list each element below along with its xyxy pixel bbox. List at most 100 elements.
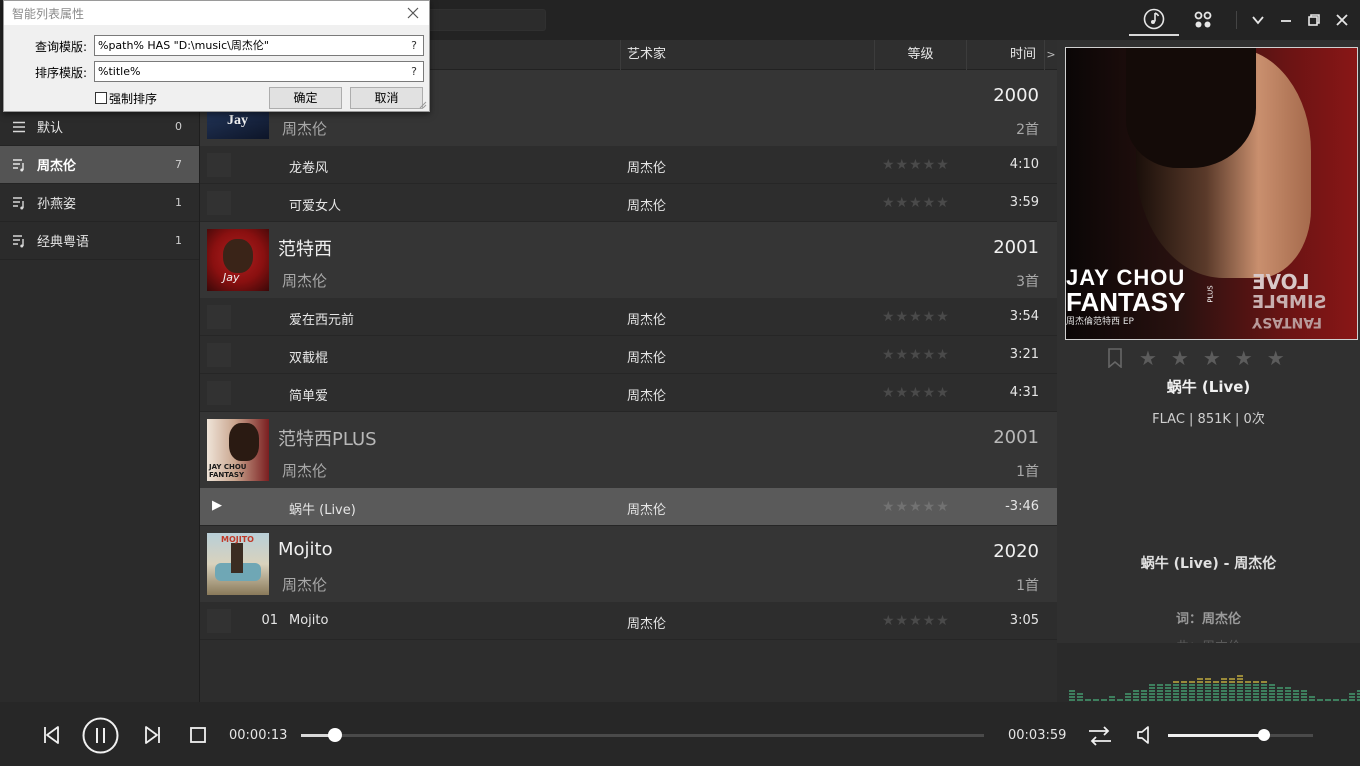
tab-apps[interactable] [1180, 6, 1226, 34]
spectrum-bar-segment [1237, 696, 1243, 698]
minimize-button[interactable] [1272, 6, 1300, 34]
tab-now-playing[interactable] [1129, 4, 1179, 36]
spectrum-bar-segment [1277, 699, 1283, 701]
chevron-down-icon [1252, 16, 1264, 25]
seek-handle[interactable] [328, 728, 343, 742]
spectrum-bar-segment [1205, 696, 1211, 698]
album-year: 2000 [993, 85, 1039, 106]
resize-grip-icon[interactable] [419, 101, 427, 109]
now-playing-info: FLAC | 851K | 0次 [1152, 412, 1265, 427]
spectrum-bar-segment [1197, 690, 1203, 692]
column-rating[interactable]: 等级 [874, 40, 966, 70]
cover-text: MOJITO [221, 535, 254, 544]
track-rating[interactable]: ★★★★★ [882, 385, 950, 401]
sort-help-button[interactable]: ? [411, 62, 417, 81]
track-thumb [207, 343, 231, 367]
track-title: 爱在西元前 [289, 313, 355, 328]
bookmark-icon[interactable] [1107, 348, 1125, 368]
stop-button[interactable] [186, 723, 210, 747]
rating-stars[interactable]: ★★★★★ [1139, 346, 1299, 370]
spectrum-bar-segment [1221, 687, 1227, 689]
play-mode-button[interactable] [1086, 722, 1114, 750]
track-rating[interactable]: ★★★★★ [882, 157, 950, 173]
volume-button[interactable] [1134, 723, 1158, 747]
sidebar-item-classic-cantonese[interactable]: 经典粤语 1 [0, 222, 199, 260]
track-rating[interactable]: ★★★★★ [882, 613, 950, 629]
spectrum-bar-segment [1229, 687, 1235, 689]
spectrum-bar-segment [1109, 696, 1115, 698]
query-help-button[interactable]: ? [411, 36, 417, 55]
spectrum-bar-segment [1189, 699, 1195, 701]
column-time[interactable]: 时间 [966, 40, 1044, 70]
spectrum-bar-segment [1157, 684, 1163, 686]
table-row-playing[interactable]: ▶ 蜗牛 (Live) 周杰伦 ★★★★★ -3:46 [200, 488, 1057, 526]
force-sort-label[interactable]: 强制排序 [109, 90, 157, 107]
table-row[interactable]: 双截棍 周杰伦 ★★★★★ 3:21 [200, 336, 1057, 374]
spectrum-bar-segment [1141, 699, 1147, 701]
ok-button[interactable]: 确定 [269, 87, 342, 109]
sidebar-item-jay-chou[interactable]: 周杰伦 7 [0, 146, 199, 184]
track-rating[interactable]: ★★★★★ [882, 195, 950, 211]
spectrum-bar-segment [1253, 690, 1259, 692]
spectrum-bar-segment [1213, 696, 1219, 698]
cover-plus-text: PLUS [1206, 285, 1215, 303]
track-artist: 周杰伦 [627, 617, 667, 632]
now-playing-title: 蜗牛 (Live) [1166, 378, 1251, 396]
restore-button[interactable] [1300, 6, 1328, 34]
track-list: 艺术家 等级 时间 > Jay 周杰伦 2000 2首 龙卷风 周杰伦 ★★★★… [200, 40, 1057, 702]
table-row[interactable]: 简单爱 周杰伦 ★★★★★ 4:31 [200, 374, 1057, 412]
table-row[interactable]: 龙卷风 周杰伦 ★★★★★ 4:10 [200, 146, 1057, 184]
previous-button[interactable] [38, 722, 64, 748]
spectrum-bar-segment [1237, 684, 1243, 686]
spectrum-bar-segment [1325, 699, 1331, 701]
spectrum-bar-segment [1205, 699, 1211, 701]
next-button[interactable] [140, 722, 166, 748]
force-sort-checkbox[interactable] [95, 92, 107, 104]
track-rating[interactable]: ★★★★★ [882, 309, 950, 325]
sidebar-item-default[interactable]: 默认 0 [0, 108, 199, 146]
spectrum-bar-segment [1213, 693, 1219, 695]
sort-template-field[interactable]: %title% ? [94, 61, 424, 82]
volume-slider[interactable] [1168, 729, 1313, 741]
spectrum-bar-segment [1189, 690, 1195, 692]
album-track-count: 2首 [1016, 122, 1039, 138]
table-row[interactable]: 01 Mojito 周杰伦 ★★★★★ 3:05 [200, 602, 1057, 640]
spectrum-bar-segment [1213, 681, 1219, 683]
spectrum-bar-segment [1349, 693, 1355, 695]
pause-button[interactable] [82, 717, 119, 754]
sidebar-item-stefanie-sun[interactable]: 孙燕姿 1 [0, 184, 199, 222]
track-artist: 周杰伦 [627, 351, 667, 366]
column-more-button[interactable]: > [1044, 40, 1057, 70]
sidebar-item-count: 1 [175, 196, 182, 209]
spectrum-bar-segment [1269, 693, 1275, 695]
spectrum-bar-segment [1237, 687, 1243, 689]
album-header[interactable]: JAY CHOU FANTASY 范特西PLUS 周杰伦 2001 1首 [200, 412, 1057, 488]
track-thumb [207, 191, 231, 215]
spectrum-bar-segment [1077, 699, 1083, 701]
seek-bar[interactable] [301, 728, 984, 742]
spectrum-bar-segment [1245, 693, 1251, 695]
track-rating[interactable]: ★★★★★ [882, 347, 950, 363]
total-time: 00:03:59 [1008, 728, 1067, 743]
sidebar: 默认 0 周杰伦 7 孙燕姿 1 经典粤语 1 [0, 40, 200, 702]
album-header[interactable]: MOJITO Mojito 周杰伦 2020 1首 [200, 526, 1057, 602]
album-year: 2001 [993, 427, 1039, 448]
album-cover: MOJITO [207, 533, 269, 595]
album-header[interactable]: Jay 范特西 周杰伦 2001 3首 [200, 222, 1057, 298]
album-artist: 周杰伦 [282, 120, 328, 138]
table-row[interactable]: 可爱女人 周杰伦 ★★★★★ 3:59 [200, 184, 1057, 222]
column-artist[interactable]: 艺术家 [620, 40, 874, 70]
spectrum-bar-segment [1301, 690, 1307, 692]
volume-handle[interactable] [1257, 729, 1270, 741]
query-template-field[interactable]: %path% HAS "D:\music\周杰伦" ? [94, 35, 424, 56]
track-rating[interactable]: ★★★★★ [882, 499, 950, 515]
table-row[interactable]: 爱在西元前 周杰伦 ★★★★★ 3:54 [200, 298, 1057, 336]
close-button[interactable] [1328, 6, 1356, 34]
spectrum-bar-segment [1189, 681, 1195, 683]
search-input[interactable] [412, 9, 546, 31]
dropdown-menu-button[interactable] [1244, 6, 1272, 34]
cancel-button[interactable]: 取消 [350, 87, 423, 109]
dialog-close-button[interactable] [403, 3, 423, 23]
spectrum-bar-segment [1181, 681, 1187, 683]
track-title: 蜗牛 (Live) [289, 503, 356, 518]
